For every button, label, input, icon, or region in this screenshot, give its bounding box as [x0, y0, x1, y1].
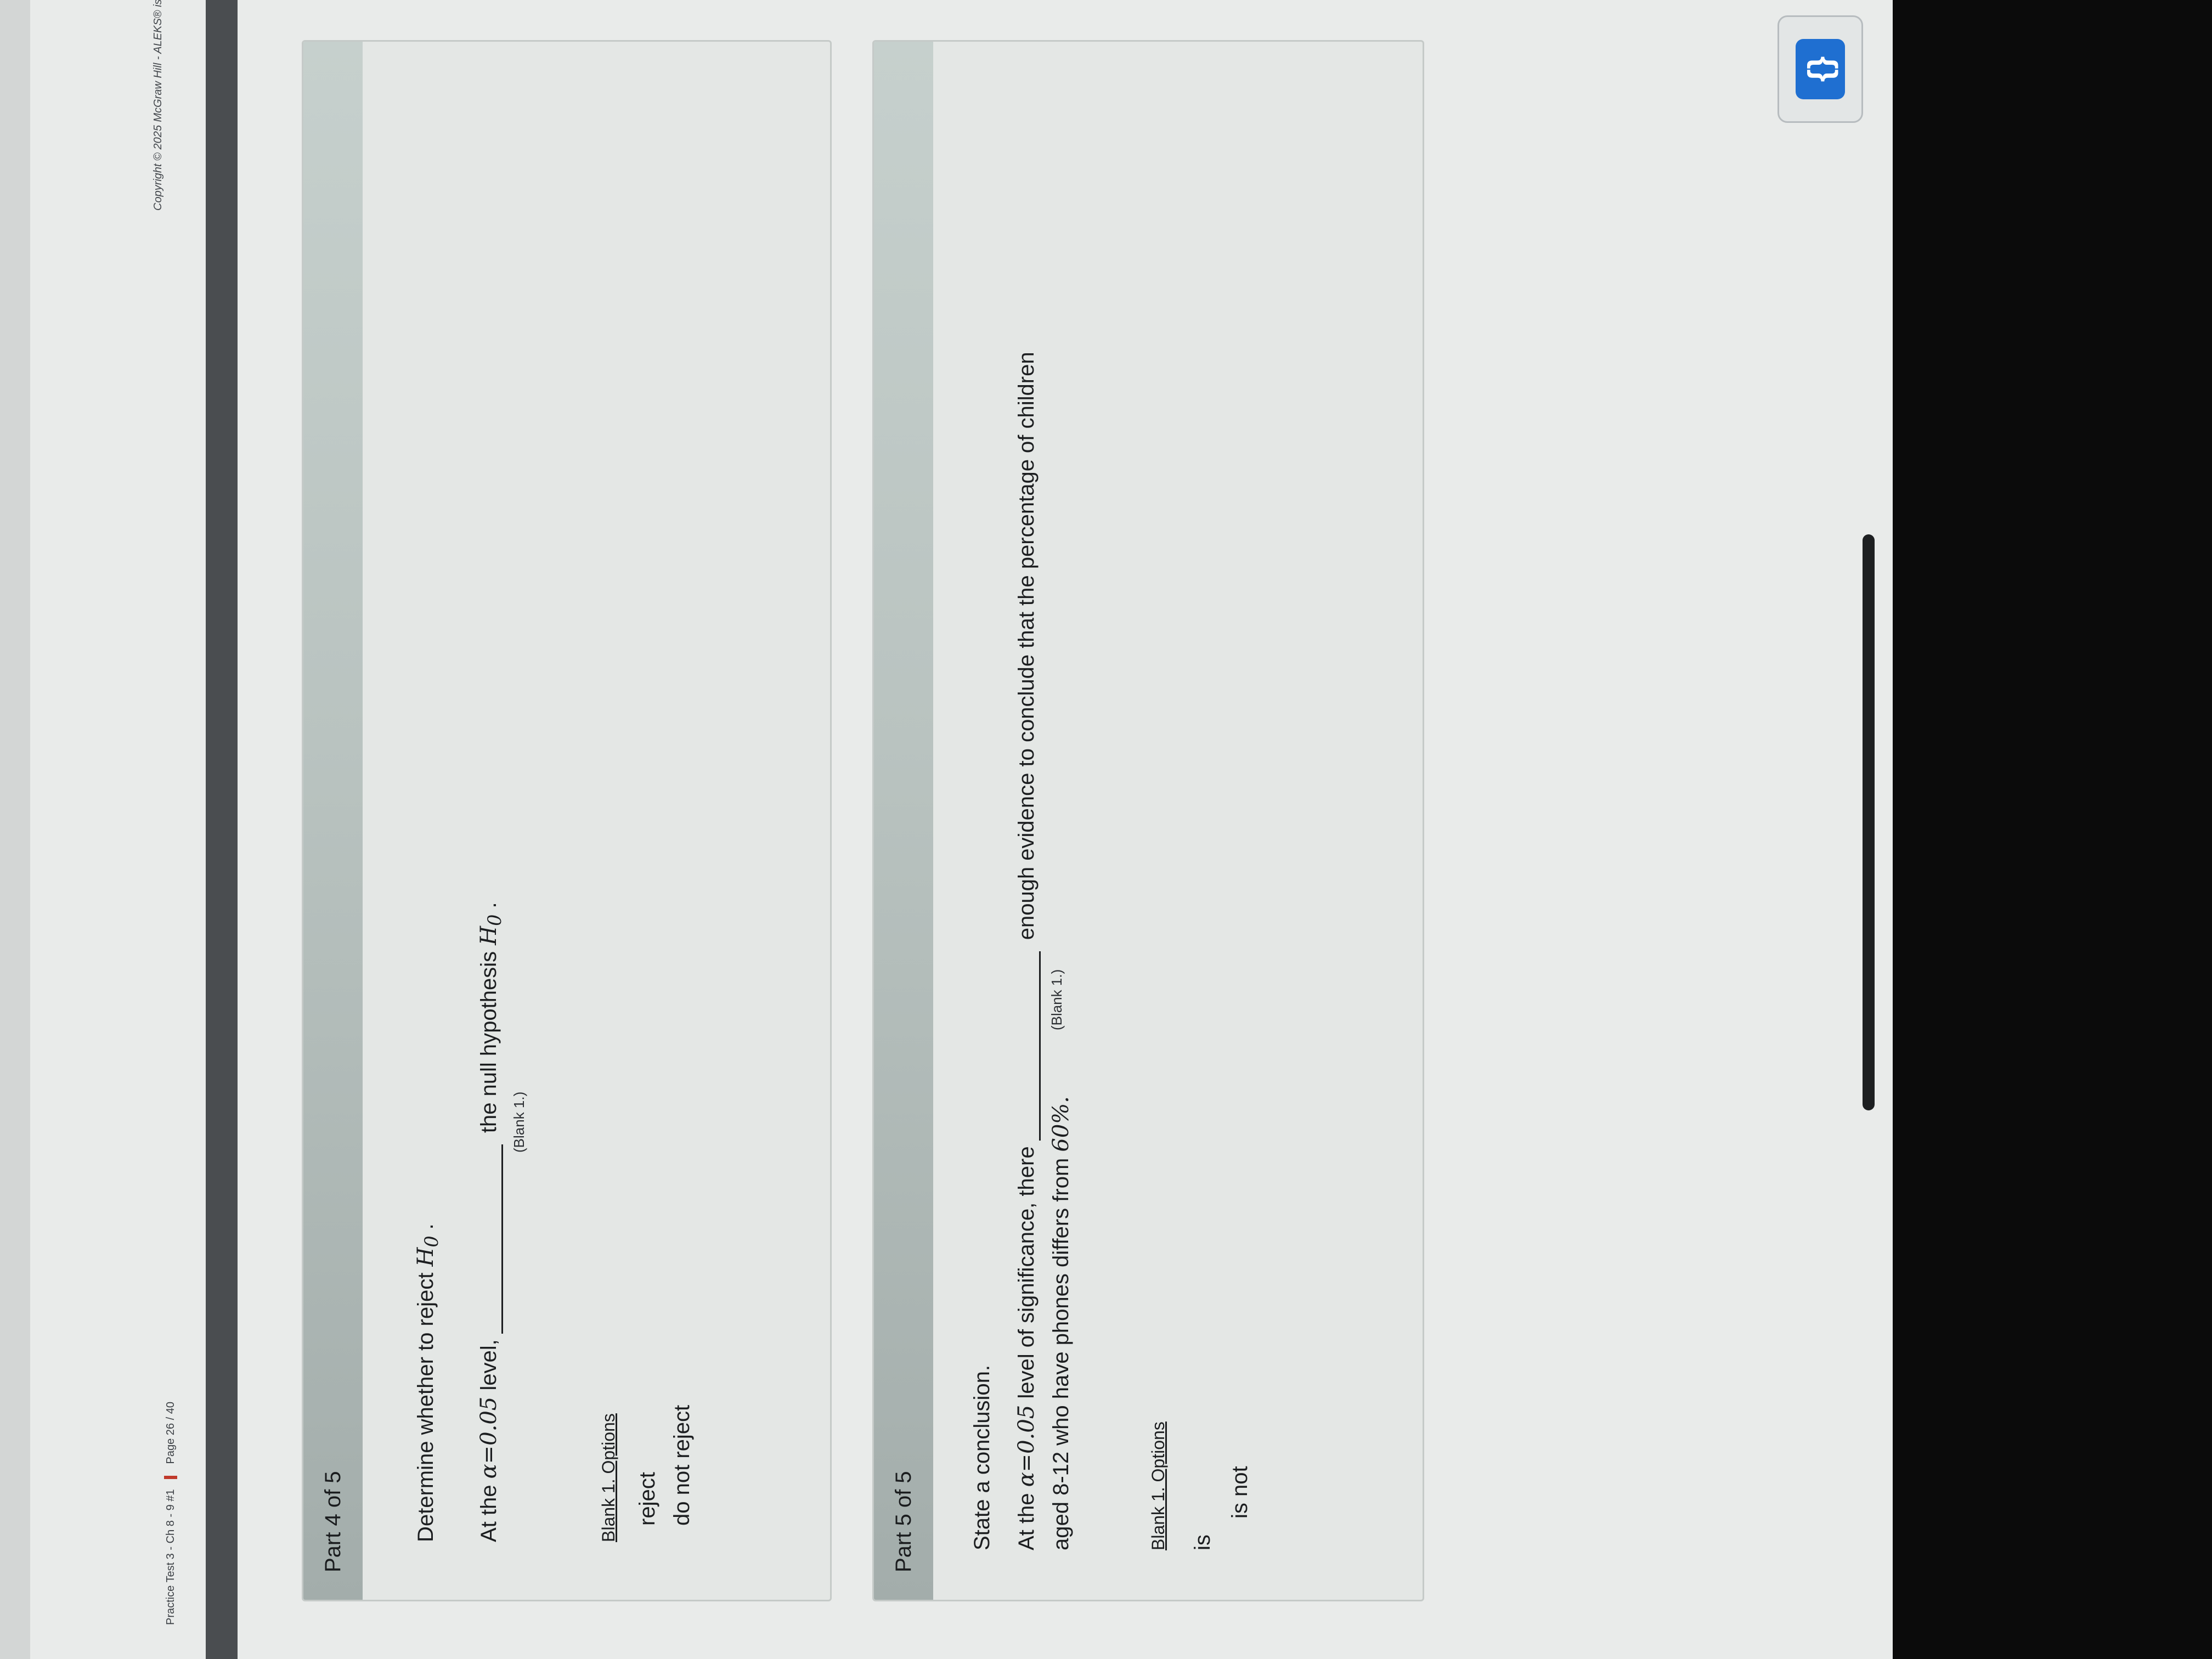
part-5-title: Part 5 of 5	[891, 1471, 916, 1572]
page: Practice Test 3 - Ch 8 - 9 #1 Page 26 / …	[0, 0, 1893, 1659]
part-5-blank-label: (Blank 1.)	[1048, 969, 1065, 1030]
browser-edge	[0, 0, 30, 1659]
screen-bezel	[1893, 0, 2212, 1659]
page-indicator: Page 26 / 40	[164, 1402, 177, 1464]
header-bar: Practice Test 3 - Ch 8 - 9 #1 Page 26 / …	[145, 0, 200, 1659]
part-4-blank[interactable]	[477, 1144, 503, 1334]
part-5-header: Part 5 of 5	[874, 42, 933, 1600]
part-5-statement-line-1: At the α=0.05 level of significance, the…	[1014, 352, 1041, 1550]
part-4-options-heading: Blank 1. Options	[599, 1413, 618, 1542]
option-reject[interactable]: reject	[635, 1472, 660, 1526]
header-separator	[164, 1476, 177, 1480]
part-4-blank-label: (Blank 1.)	[511, 1091, 527, 1153]
part-4-card: Part 4 of 5 Determine whether to reject …	[302, 40, 832, 1601]
part-5-options-heading: Blank 1. Options	[1148, 1421, 1168, 1550]
header-divider	[206, 0, 238, 1659]
part-4-header: Part 4 of 5	[303, 42, 363, 1600]
test-title: Practice Test 3 - Ch 8 - 9 #1	[164, 1489, 177, 1625]
option-do-not-reject[interactable]: do not reject	[670, 1405, 695, 1526]
tools-button[interactable]: {}	[1778, 15, 1863, 123]
part-4-title: Part 4 of 5	[321, 1471, 345, 1572]
part-5-statement-line-2: aged 8-12 who have phones differs from 6…	[1048, 1096, 1074, 1550]
copyright-text: Copyright © 2025 McGraw Hill - ALEKS® is…	[152, 0, 165, 211]
option-is[interactable]: is	[1190, 1534, 1215, 1550]
part-5-instruction: State a conclusion.	[970, 1365, 994, 1550]
option-is-not[interactable]: is not	[1228, 1466, 1252, 1519]
scrollbar-thumb[interactable]	[1863, 534, 1875, 1110]
part-5-card: Part 5 of 5 State a conclusion. At the α…	[872, 40, 1424, 1601]
part-4-instruction: Determine whether to reject H0 .	[413, 1223, 442, 1542]
bracket-tool-icon: {}	[1796, 39, 1845, 99]
part-4-statement: At the α=0.05 level, the null hypothesis…	[476, 902, 505, 1542]
part-5-blank[interactable]	[1014, 951, 1041, 1141]
